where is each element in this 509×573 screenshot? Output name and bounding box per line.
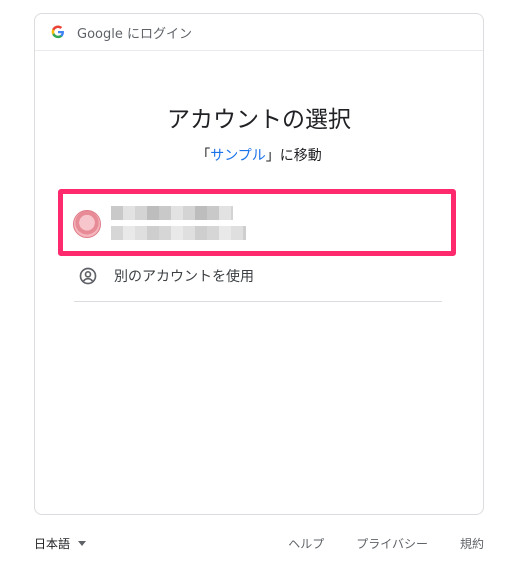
account-item[interactable]: [73, 203, 443, 245]
use-another-account-label: 別のアカウントを使用: [114, 269, 254, 285]
page-title: アカウントの選択: [167, 107, 351, 133]
footer-links: ヘルプ プライバシー 規約: [288, 535, 484, 552]
language-selector[interactable]: 日本語: [34, 535, 87, 552]
redacted-email: [111, 226, 246, 240]
use-another-account-button[interactable]: 別のアカウントを使用: [74, 261, 444, 291]
account-circle-icon: [79, 267, 97, 285]
privacy-link[interactable]: プライバシー: [356, 535, 428, 552]
subtitle-prefix: 「: [196, 148, 211, 164]
card-header: Google にログイン: [35, 14, 483, 51]
subtitle: 「サンプル」に移動: [35, 145, 483, 165]
language-label: 日本語: [34, 537, 71, 551]
terms-link[interactable]: 規約: [460, 535, 484, 552]
footer: 日本語 ヘルプ プライバシー 規約: [34, 535, 484, 555]
caret-down-icon: [78, 541, 87, 546]
redacted-name: [111, 206, 233, 220]
avatar: [73, 210, 101, 238]
redacted-account-info: [111, 204, 251, 244]
google-logo-icon: [51, 25, 64, 39]
header-title: Google にログイン: [77, 26, 192, 42]
subtitle-suffix: 」に移動: [265, 148, 322, 164]
divider: [74, 301, 442, 302]
app-name-link[interactable]: サンプル: [210, 148, 266, 164]
help-link[interactable]: ヘルプ: [288, 535, 324, 552]
